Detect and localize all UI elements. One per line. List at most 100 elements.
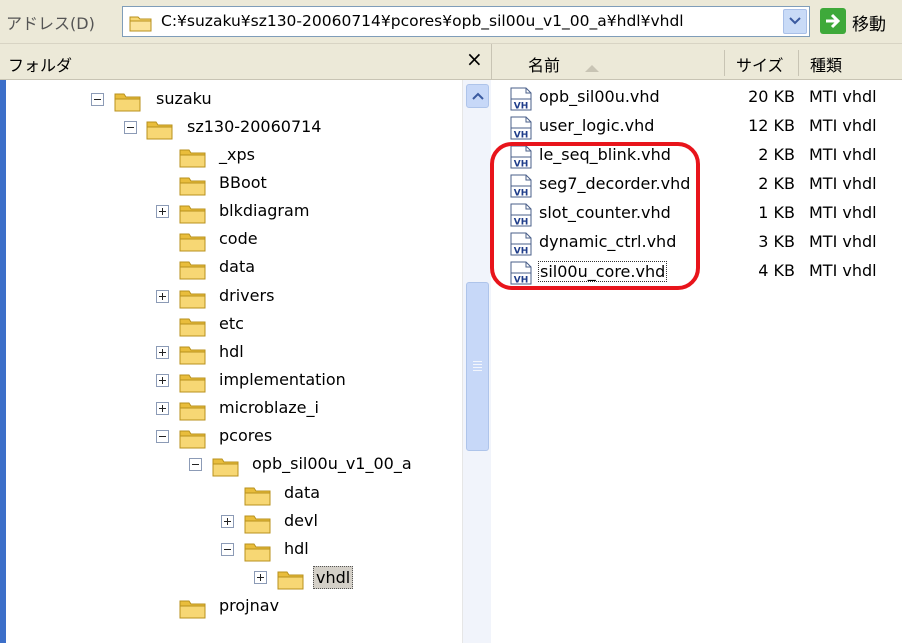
close-icon[interactable]: × [466,47,483,71]
folder-icon [179,343,207,369]
column-header-type[interactable]: 種類 [810,52,842,76]
tree-item[interactable]: data [6,480,461,508]
tree-item-label: pcores [219,426,273,445]
tree-item[interactable]: BBoot [6,170,461,198]
go-label: 移動 [852,15,886,35]
svg-text:VH: VH [514,247,529,257]
vhdl-file-icon: VH [509,261,533,289]
file-row[interactable]: VH opb_sil00u.vhd 20 KB MTI vhdl [491,84,902,112]
vhdl-file-icon: VH [509,174,533,202]
file-name: opb_sil00u.vhd [539,87,660,106]
tree-item[interactable]: vhdl [6,564,461,592]
expand-icon[interactable] [156,346,169,359]
vhdl-file-icon: VH [509,87,533,115]
folder-icon [179,399,207,425]
file-type: MTI vhdl [809,116,877,135]
tree-item[interactable]: hdl [6,339,461,367]
chevron-down-icon [789,17,801,25]
svg-text:VH: VH [514,131,529,141]
collapse-icon[interactable] [156,430,169,443]
svg-text:VH: VH [514,160,529,170]
file-type: MTI vhdl [809,203,877,222]
tree-item[interactable]: _xps [6,142,461,170]
tree-item-label: _xps [219,145,255,164]
folder-icon [179,258,207,284]
address-path: C:¥suzaku¥sz130-20060714¥pcores¥opb_sil0… [161,12,684,30]
thumb-grip [473,364,482,365]
column-divider[interactable] [798,50,799,76]
scroll-up-button[interactable] [466,84,489,108]
tree-item[interactable]: projnav [6,593,461,621]
address-input[interactable]: C:¥suzaku¥sz130-20060714¥pcores¥opb_sil0… [122,6,810,37]
folder-icon [179,287,207,313]
expand-icon[interactable] [156,205,169,218]
tree-item[interactable]: sz130-20060714 [6,114,461,142]
file-row[interactable]: VH slot_counter.vhd 1 KB MTI vhdl [491,200,902,228]
file-type: MTI vhdl [809,261,877,280]
file-name: le_seq_blink.vhd [539,145,671,164]
file-row[interactable]: VH sil00u_core.vhd 4 KB MTI vhdl [491,258,902,286]
tree-item[interactable]: microblaze_i [6,395,461,423]
file-row[interactable]: VH user_logic.vhd 12 KB MTI vhdl [491,113,902,141]
file-size: 20 KB [748,87,795,106]
file-name: user_logic.vhd [539,116,655,135]
tree-item-label: hdl [284,539,309,558]
tree-item-label: vhdl [313,566,354,589]
file-name: sil00u_core.vhd [538,261,668,282]
tree-item[interactable]: blkdiagram [6,198,461,226]
collapse-icon[interactable] [91,93,104,106]
column-header-name[interactable]: 名前 [528,52,560,76]
tree-item[interactable]: code [6,226,461,254]
file-size: 2 KB [758,174,795,193]
column-header-size[interactable]: サイズ [736,52,784,76]
tree-item[interactable]: etc [6,311,461,339]
svg-text:VH: VH [514,218,529,228]
tree-item[interactable]: data [6,254,461,282]
folder-icon [114,90,142,116]
file-name: dynamic_ctrl.vhd [539,232,677,251]
folder-icon [179,202,207,228]
tree-item[interactable]: hdl [6,536,461,564]
tree-item-label: blkdiagram [219,201,310,220]
vertical-scrollbar[interactable] [462,80,491,643]
file-type: MTI vhdl [809,87,877,106]
tree-item[interactable]: pcores [6,423,461,451]
expand-icon[interactable] [156,402,169,415]
column-divider[interactable] [724,50,725,76]
tree-item-label: sz130-20060714 [187,117,322,136]
expand-icon[interactable] [156,374,169,387]
file-name: seg7_decorder.vhd [539,174,691,193]
tree-item[interactable]: devl [6,508,461,536]
file-list-header: 名前 サイズ 種類 [491,44,902,80]
folder-pane-header: フォルダ × [0,44,491,80]
expand-icon[interactable] [254,571,267,584]
file-row[interactable]: VH le_seq_blink.vhd 2 KB MTI vhdl [491,142,902,170]
tree-item-label: data [219,257,256,276]
tree-item-label: suzaku [156,89,212,108]
tree-item[interactable]: suzaku [6,86,461,114]
tree-item-label: BBoot [219,173,267,192]
file-row[interactable]: VH seg7_decorder.vhd 2 KB MTI vhdl [491,171,902,199]
address-dropdown-button[interactable] [783,9,807,34]
file-row[interactable]: VH dynamic_ctrl.vhd 3 KB MTI vhdl [491,229,902,257]
vhdl-file-icon: VH [509,116,533,144]
tree-item[interactable]: implementation [6,367,461,395]
expand-icon[interactable] [156,290,169,303]
file-type: MTI vhdl [809,174,877,193]
tree-item-label: data [284,483,321,502]
collapse-icon[interactable] [189,458,202,471]
folder-icon [179,427,207,453]
go-button[interactable]: 移動 [820,6,902,37]
tree-item[interactable]: opb_sil00u_v1_00_a [6,451,461,479]
tree-item-label: microblaze_i [219,398,319,417]
tree-item-label: drivers [219,286,275,305]
tree-item[interactable]: drivers [6,283,461,311]
go-arrow-icon [820,8,846,34]
scroll-thumb[interactable] [466,282,489,451]
tree-item-label: opb_sil00u_v1_00_a [252,454,412,473]
sort-ascending-icon [584,58,600,77]
expand-icon[interactable] [221,515,234,528]
collapse-icon[interactable] [221,543,234,556]
folder-icon [179,146,207,172]
collapse-icon[interactable] [124,121,137,134]
